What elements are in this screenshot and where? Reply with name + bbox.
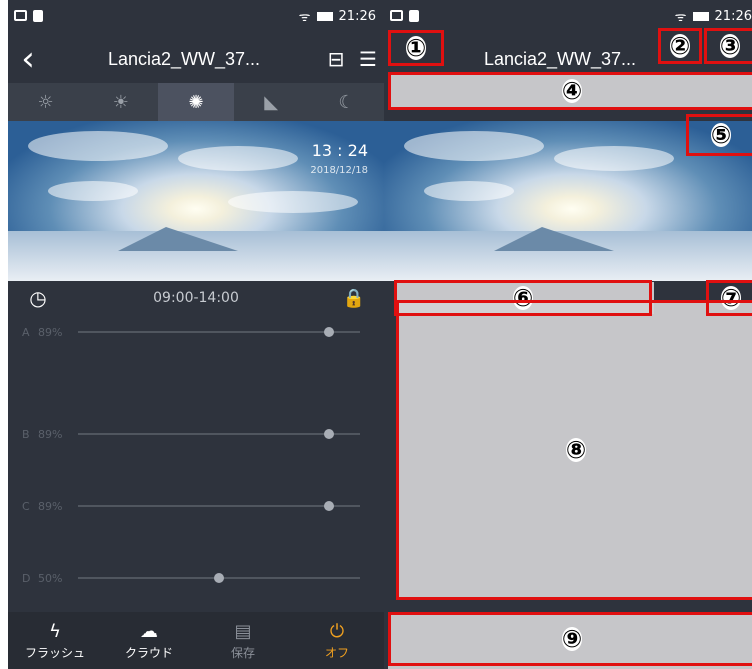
device-title: Lancia2_WW_37...: [107, 48, 261, 69]
slider-knob[interactable]: [323, 429, 334, 439]
annotation-9: ⑨: [388, 612, 752, 666]
channel-d-slider[interactable]: [78, 573, 360, 583]
channel-percent: 89%: [38, 325, 63, 339]
annotation-7: ⑦: [706, 280, 752, 316]
sky-image: 13 : 24 2018/12/18: [8, 121, 384, 281]
channel-a-slider[interactable]: [78, 327, 360, 337]
annotation-6: ⑥: [394, 280, 652, 316]
channel-letter: C: [22, 499, 30, 513]
status-time: 21:26: [714, 8, 752, 24]
slider-knob[interactable]: [323, 327, 334, 337]
cloud-button[interactable]: ☁ クラウド: [102, 612, 196, 669]
channel-b-slider[interactable]: [78, 429, 360, 439]
annotation-8: ⑧: [396, 300, 752, 600]
tab-sunrise-icon[interactable]: ☼: [8, 83, 83, 121]
sky-image: [384, 121, 752, 281]
photo-date: 2018/12/18: [310, 165, 368, 176]
top-header: Lancia2_WW_37...: [384, 36, 752, 82]
save-button[interactable]: ▤ 保存: [196, 612, 290, 669]
document-icon: [33, 10, 43, 22]
status-time: 21:26: [338, 8, 376, 24]
tab-morning-icon[interactable]: ☀: [83, 83, 158, 121]
scan-icon[interactable]: ⊟: [320, 47, 352, 71]
wifi-icon: ᯤ: [674, 10, 687, 25]
device-title: Lancia2_WW_37...: [483, 48, 637, 69]
status-bar: ᯤ 21:26: [8, 0, 384, 32]
channel-d-row: D 50%: [8, 568, 384, 588]
annotation-overlay: ① ② ③ ④ ⑤ ⑥ ⑦ ⑧ ⑨: [384, 0, 752, 669]
schedule-bar: ◷ 09:00-14:00 🔒: [8, 283, 384, 313]
status-bar: ᯤ 21:26: [384, 0, 752, 32]
channel-c-row: C 89%: [8, 496, 384, 516]
power-off-button[interactable]: ⏻ オフ: [290, 612, 384, 669]
battery-icon: [692, 11, 709, 21]
lock-icon[interactable]: 🔒: [324, 288, 384, 309]
channel-percent: 89%: [38, 499, 63, 513]
top-header: ‹ Lancia2_WW_37... ⊟ ☰: [8, 36, 384, 82]
notification-icon: [14, 10, 27, 21]
flash-icon: ϟ: [49, 620, 61, 642]
time-of-day-tabs: ☼ ☀ ✺ ◣ ☾: [8, 83, 384, 121]
channel-sliders: A 89% B 89% C 89% D 50%: [8, 318, 384, 598]
cloud-icon: ☁: [140, 620, 158, 642]
tab-noon-icon[interactable]: ✺: [158, 83, 234, 121]
channel-letter: A: [22, 325, 30, 339]
flash-button[interactable]: ϟ フラッシュ: [8, 612, 102, 669]
battery-icon: [316, 11, 333, 21]
channel-a-row: A 89%: [8, 322, 384, 342]
channel-letter: D: [22, 571, 31, 585]
channel-percent: 89%: [38, 427, 63, 441]
hamburger-icon[interactable]: ☰: [352, 47, 384, 71]
tab-evening-icon[interactable]: ◣: [234, 83, 309, 121]
notification-icon: [390, 10, 403, 21]
channel-percent: 50%: [38, 571, 63, 585]
slider-knob[interactable]: [323, 501, 334, 511]
power-icon: ⏻: [329, 620, 345, 642]
app-screen-right-annotated: ᯤ 21:26 Lancia2_WW_37... ① ② ③ ④ ⑤ ⑥ ⑦ ⑧…: [384, 0, 752, 669]
tab-night-icon[interactable]: ☾: [309, 83, 384, 121]
save-icon: ▤: [234, 620, 252, 642]
photo-time: 13 : 24: [311, 141, 368, 160]
schedule-range[interactable]: 09:00-14:00: [68, 290, 324, 306]
channel-c-slider[interactable]: [78, 501, 360, 511]
timer-icon[interactable]: ◷: [8, 286, 68, 310]
slider-knob[interactable]: [214, 573, 224, 583]
channel-b-row: B 89%: [8, 424, 384, 444]
channel-letter: B: [22, 427, 30, 441]
wifi-icon: ᯤ: [298, 10, 311, 25]
app-screen-left: ᯤ 21:26 ‹ Lancia2_WW_37... ⊟ ☰ ☼ ☀ ✺ ◣ ☾…: [8, 0, 384, 669]
back-button[interactable]: ‹: [8, 39, 48, 79]
bottom-toolbar: ϟ フラッシュ ☁ クラウド ▤ 保存 ⏻ オフ: [8, 612, 384, 669]
document-icon: [409, 10, 419, 22]
